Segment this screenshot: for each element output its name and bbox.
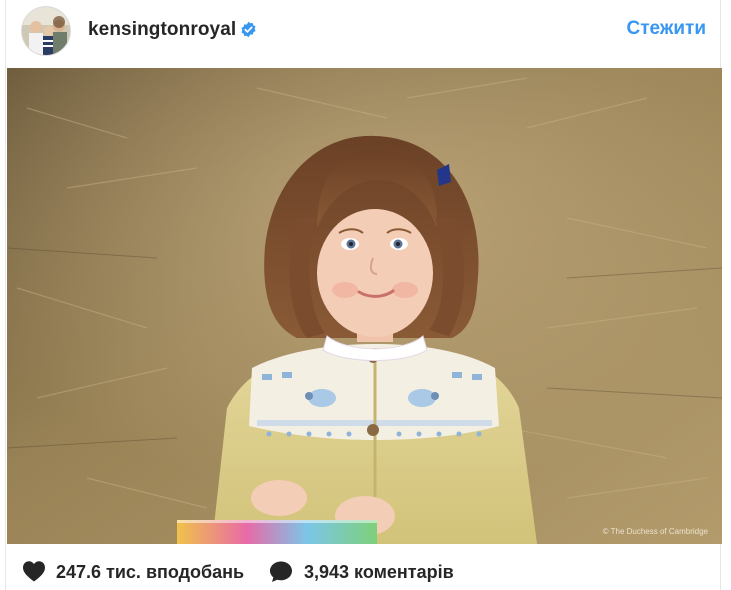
comments-count[interactable]: 3,943 коментарів: [304, 562, 454, 583]
photo-credit: © The Duchess of Cambridge: [602, 527, 708, 536]
likes-count[interactable]: 247.6 тис. вподобань: [56, 562, 244, 583]
avatar[interactable]: [22, 7, 70, 55]
avatar-image: [22, 7, 70, 55]
follow-button[interactable]: Стежити: [627, 18, 706, 40]
post-actions: 247.6 тис. вподобань 3,943 коментарів: [6, 552, 720, 590]
heart-icon[interactable]: [22, 560, 46, 582]
username[interactable]: kensingtonroyal: [88, 19, 236, 41]
instagram-post-card: kensingtonroyal Стежити © The Duchess of…: [5, 0, 722, 590]
comment-bubble-icon[interactable]: [269, 560, 293, 583]
post-photo[interactable]: © The Duchess of Cambridge: [7, 68, 722, 544]
post-header: kensingtonroyal Стежити: [6, 0, 720, 64]
photo-girl-in-hay: [7, 68, 722, 544]
verified-badge-icon: [241, 21, 256, 38]
